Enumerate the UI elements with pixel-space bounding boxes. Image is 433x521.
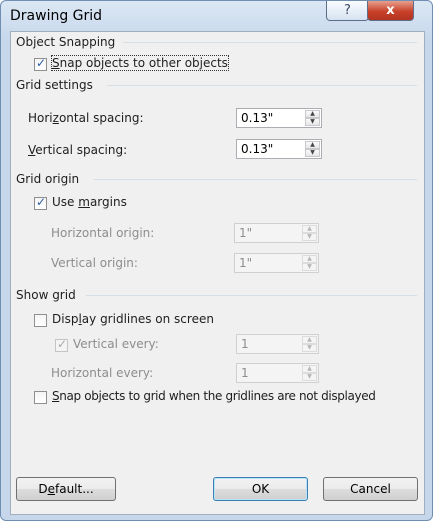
horizontal-origin-spinner[interactable]: 1" ▲ ▼ bbox=[234, 223, 319, 243]
vertical-spacing-spinner[interactable]: 0.13" ▲ ▼ bbox=[236, 139, 322, 159]
vertical-every-spinner[interactable]: 1 ▲ ▼ bbox=[236, 334, 319, 354]
close-button[interactable]: x bbox=[367, 1, 414, 21]
dialog-title: Drawing Grid bbox=[10, 8, 103, 24]
snap-to-grid-label[interactable]: Snap objects to grid when the gridlines … bbox=[52, 389, 376, 403]
default-button[interactable]: Default... bbox=[16, 477, 116, 501]
spin-down-icon[interactable]: ▼ bbox=[305, 149, 320, 157]
group-divider bbox=[107, 85, 417, 86]
horizontal-origin-value[interactable]: 1" bbox=[239, 226, 252, 240]
display-gridlines-checkbox[interactable] bbox=[34, 314, 47, 327]
vertical-origin-label: Vertical origin: bbox=[51, 256, 138, 270]
dialog-body: Object Snapping ✓ Snap objects to other … bbox=[10, 31, 425, 515]
grid-origin-heading: Grid origin bbox=[16, 172, 80, 186]
spin-down-icon[interactable]: ▼ bbox=[302, 233, 317, 241]
spin-up-icon[interactable]: ▲ bbox=[302, 336, 317, 344]
display-gridlines-label[interactable]: Display gridlines on screen bbox=[52, 312, 214, 326]
snap-to-grid-checkbox[interactable] bbox=[34, 391, 47, 404]
check-icon: ✓ bbox=[57, 337, 68, 351]
object-snapping-heading: Object Snapping bbox=[16, 35, 116, 49]
horizontal-every-label: Horizontal every: bbox=[51, 366, 154, 380]
spin-down-icon[interactable]: ▼ bbox=[302, 263, 317, 271]
vertical-every-checkbox[interactable]: ✓ bbox=[55, 337, 68, 352]
snap-to-objects-label[interactable]: Snap objects to other objects bbox=[51, 55, 229, 71]
snap-to-objects-checkbox[interactable]: ✓ bbox=[34, 56, 47, 71]
horizontal-spacing-label: Horizontal spacing: bbox=[28, 111, 144, 125]
spin-down-icon[interactable]: ▼ bbox=[302, 344, 317, 352]
ok-button[interactable]: OK bbox=[213, 477, 308, 501]
help-button[interactable]: ? bbox=[326, 1, 369, 21]
horizontal-every-spinner[interactable]: 1 ▲ ▼ bbox=[236, 363, 319, 383]
spin-up-icon[interactable]: ▲ bbox=[302, 255, 317, 263]
horizontal-every-value[interactable]: 1 bbox=[241, 366, 249, 380]
use-margins-checkbox[interactable]: ✓ bbox=[34, 195, 47, 210]
spin-up-icon[interactable]: ▲ bbox=[302, 225, 317, 233]
vertical-every-label: Vertical every: bbox=[73, 337, 159, 351]
horizontal-origin-label: Horizontal origin: bbox=[51, 226, 155, 240]
show-grid-heading: Show grid bbox=[16, 288, 76, 302]
spin-down-icon[interactable]: ▼ bbox=[302, 373, 317, 381]
horizontal-spacing-spinner[interactable]: 0.13" ▲ ▼ bbox=[236, 108, 322, 128]
spin-up-icon[interactable]: ▲ bbox=[305, 110, 320, 118]
check-icon: ✓ bbox=[36, 56, 47, 70]
vertical-origin-value[interactable]: 1" bbox=[239, 256, 252, 270]
vertical-spacing-label: Vertical spacing: bbox=[28, 143, 128, 157]
vertical-origin-spinner[interactable]: 1" ▲ ▼ bbox=[234, 253, 319, 273]
title-bar: Drawing Grid ? x bbox=[1, 1, 432, 31]
vertical-every-value[interactable]: 1 bbox=[241, 337, 249, 351]
use-margins-label[interactable]: Use margins bbox=[52, 195, 127, 209]
cancel-button[interactable]: Cancel bbox=[323, 477, 418, 501]
spin-down-icon[interactable]: ▼ bbox=[305, 118, 320, 126]
spin-up-icon[interactable]: ▲ bbox=[302, 365, 317, 373]
vertical-spacing-value[interactable]: 0.13" bbox=[241, 142, 273, 156]
help-icon: ? bbox=[344, 3, 351, 18]
close-icon: x bbox=[386, 3, 395, 18]
group-divider bbox=[86, 295, 417, 296]
spin-up-icon[interactable]: ▲ bbox=[305, 141, 320, 149]
group-divider bbox=[123, 42, 417, 43]
grid-settings-heading: Grid settings bbox=[16, 78, 93, 92]
check-icon: ✓ bbox=[36, 195, 47, 209]
horizontal-spacing-value[interactable]: 0.13" bbox=[241, 111, 273, 125]
dialog-window: Drawing Grid ? x Object Snapping ✓ Snap … bbox=[0, 0, 433, 521]
group-divider bbox=[94, 179, 417, 180]
